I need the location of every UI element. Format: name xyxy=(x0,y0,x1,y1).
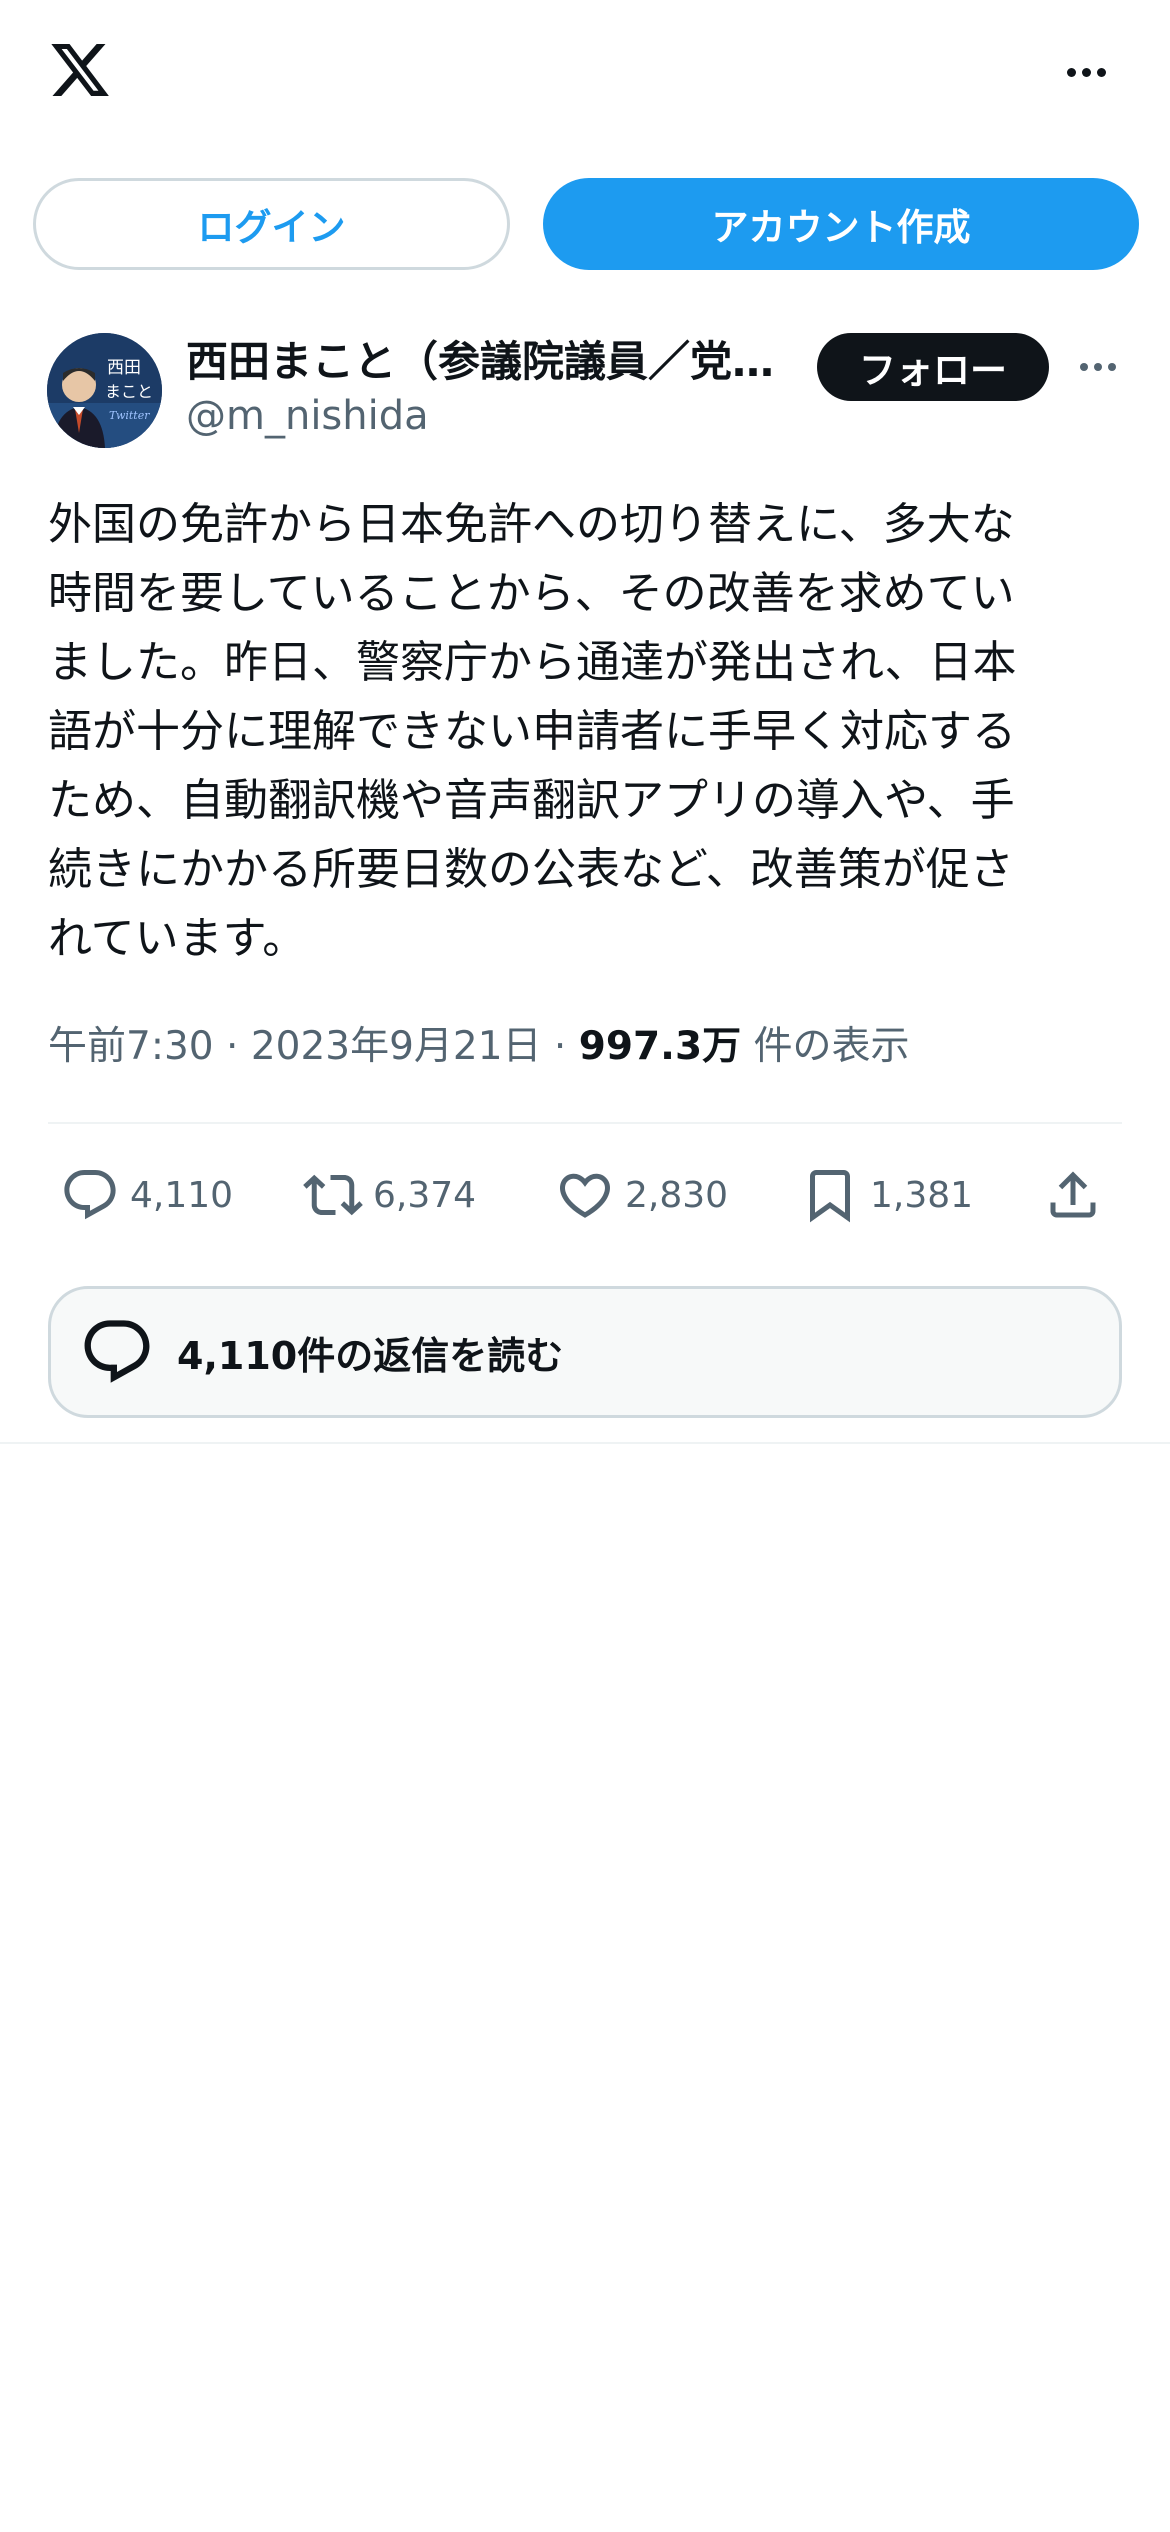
meta-separator: · xyxy=(553,1024,567,1069)
read-replies-button[interactable]: 4,110件の返信を読む xyxy=(48,1286,1122,1418)
more-options-icon[interactable] xyxy=(1058,52,1114,92)
heart-icon xyxy=(559,1173,611,1218)
meta-separator: · xyxy=(226,1024,239,1069)
bookmark-button[interactable]: 1,381 xyxy=(800,1160,973,1230)
like-button[interactable]: 2,830 xyxy=(555,1160,728,1230)
author-handle[interactable]: @m_nishida xyxy=(186,393,429,439)
reply-button[interactable]: 4,110 xyxy=(60,1160,233,1230)
avatar[interactable]: 西田 まこと Twitter xyxy=(47,333,162,448)
top-bar xyxy=(0,0,1170,150)
views-count: 997.3万 xyxy=(578,1024,742,1069)
post-text: 外国の免許から日本免許への切り替えに、多大な 時間を要していることから、その改善… xyxy=(48,499,1017,964)
login-button[interactable]: ログイン xyxy=(33,178,510,270)
bookmark-icon xyxy=(810,1170,850,1223)
post-date[interactable]: 2023年9月21日 xyxy=(251,1024,542,1069)
divider xyxy=(48,1122,1122,1124)
create-account-button[interactable]: アカウント作成 xyxy=(543,178,1139,270)
like-count: 2,830 xyxy=(625,1174,729,1216)
post-more-icon[interactable] xyxy=(1075,352,1121,382)
divider xyxy=(0,1442,1170,1444)
views-label: 件の表示 xyxy=(753,1024,910,1069)
author-name[interactable]: 西田まこと（参議院議員／党… xyxy=(186,328,786,389)
reply-bubble-icon xyxy=(84,1320,150,1383)
repost-icon xyxy=(303,1174,363,1216)
post-meta: 午前7:30 · 2023年9月21日 · 997.3万 件の表示 xyxy=(48,1015,910,1071)
reply-count: 4,110 xyxy=(130,1174,234,1216)
svg-text:まこと: まこと xyxy=(105,382,153,401)
svg-text:Twitter: Twitter xyxy=(109,409,150,422)
share-button[interactable] xyxy=(1043,1160,1103,1230)
follow-button[interactable]: フォロー xyxy=(817,333,1049,401)
bookmark-count: 1,381 xyxy=(870,1174,974,1216)
action-bar: 4,110 6,374 2,830 1,381 xyxy=(0,1160,1170,1230)
read-replies-label: 4,110件の返信を読む xyxy=(177,1333,564,1378)
x-logo-icon[interactable] xyxy=(46,38,114,102)
post-time[interactable]: 午前7:30 xyxy=(48,1024,214,1069)
reply-icon xyxy=(64,1170,116,1220)
share-icon xyxy=(1050,1171,1096,1218)
repost-count: 6,374 xyxy=(373,1174,477,1216)
svg-text:西田: 西田 xyxy=(107,358,141,378)
repost-button[interactable]: 6,374 xyxy=(303,1160,476,1230)
